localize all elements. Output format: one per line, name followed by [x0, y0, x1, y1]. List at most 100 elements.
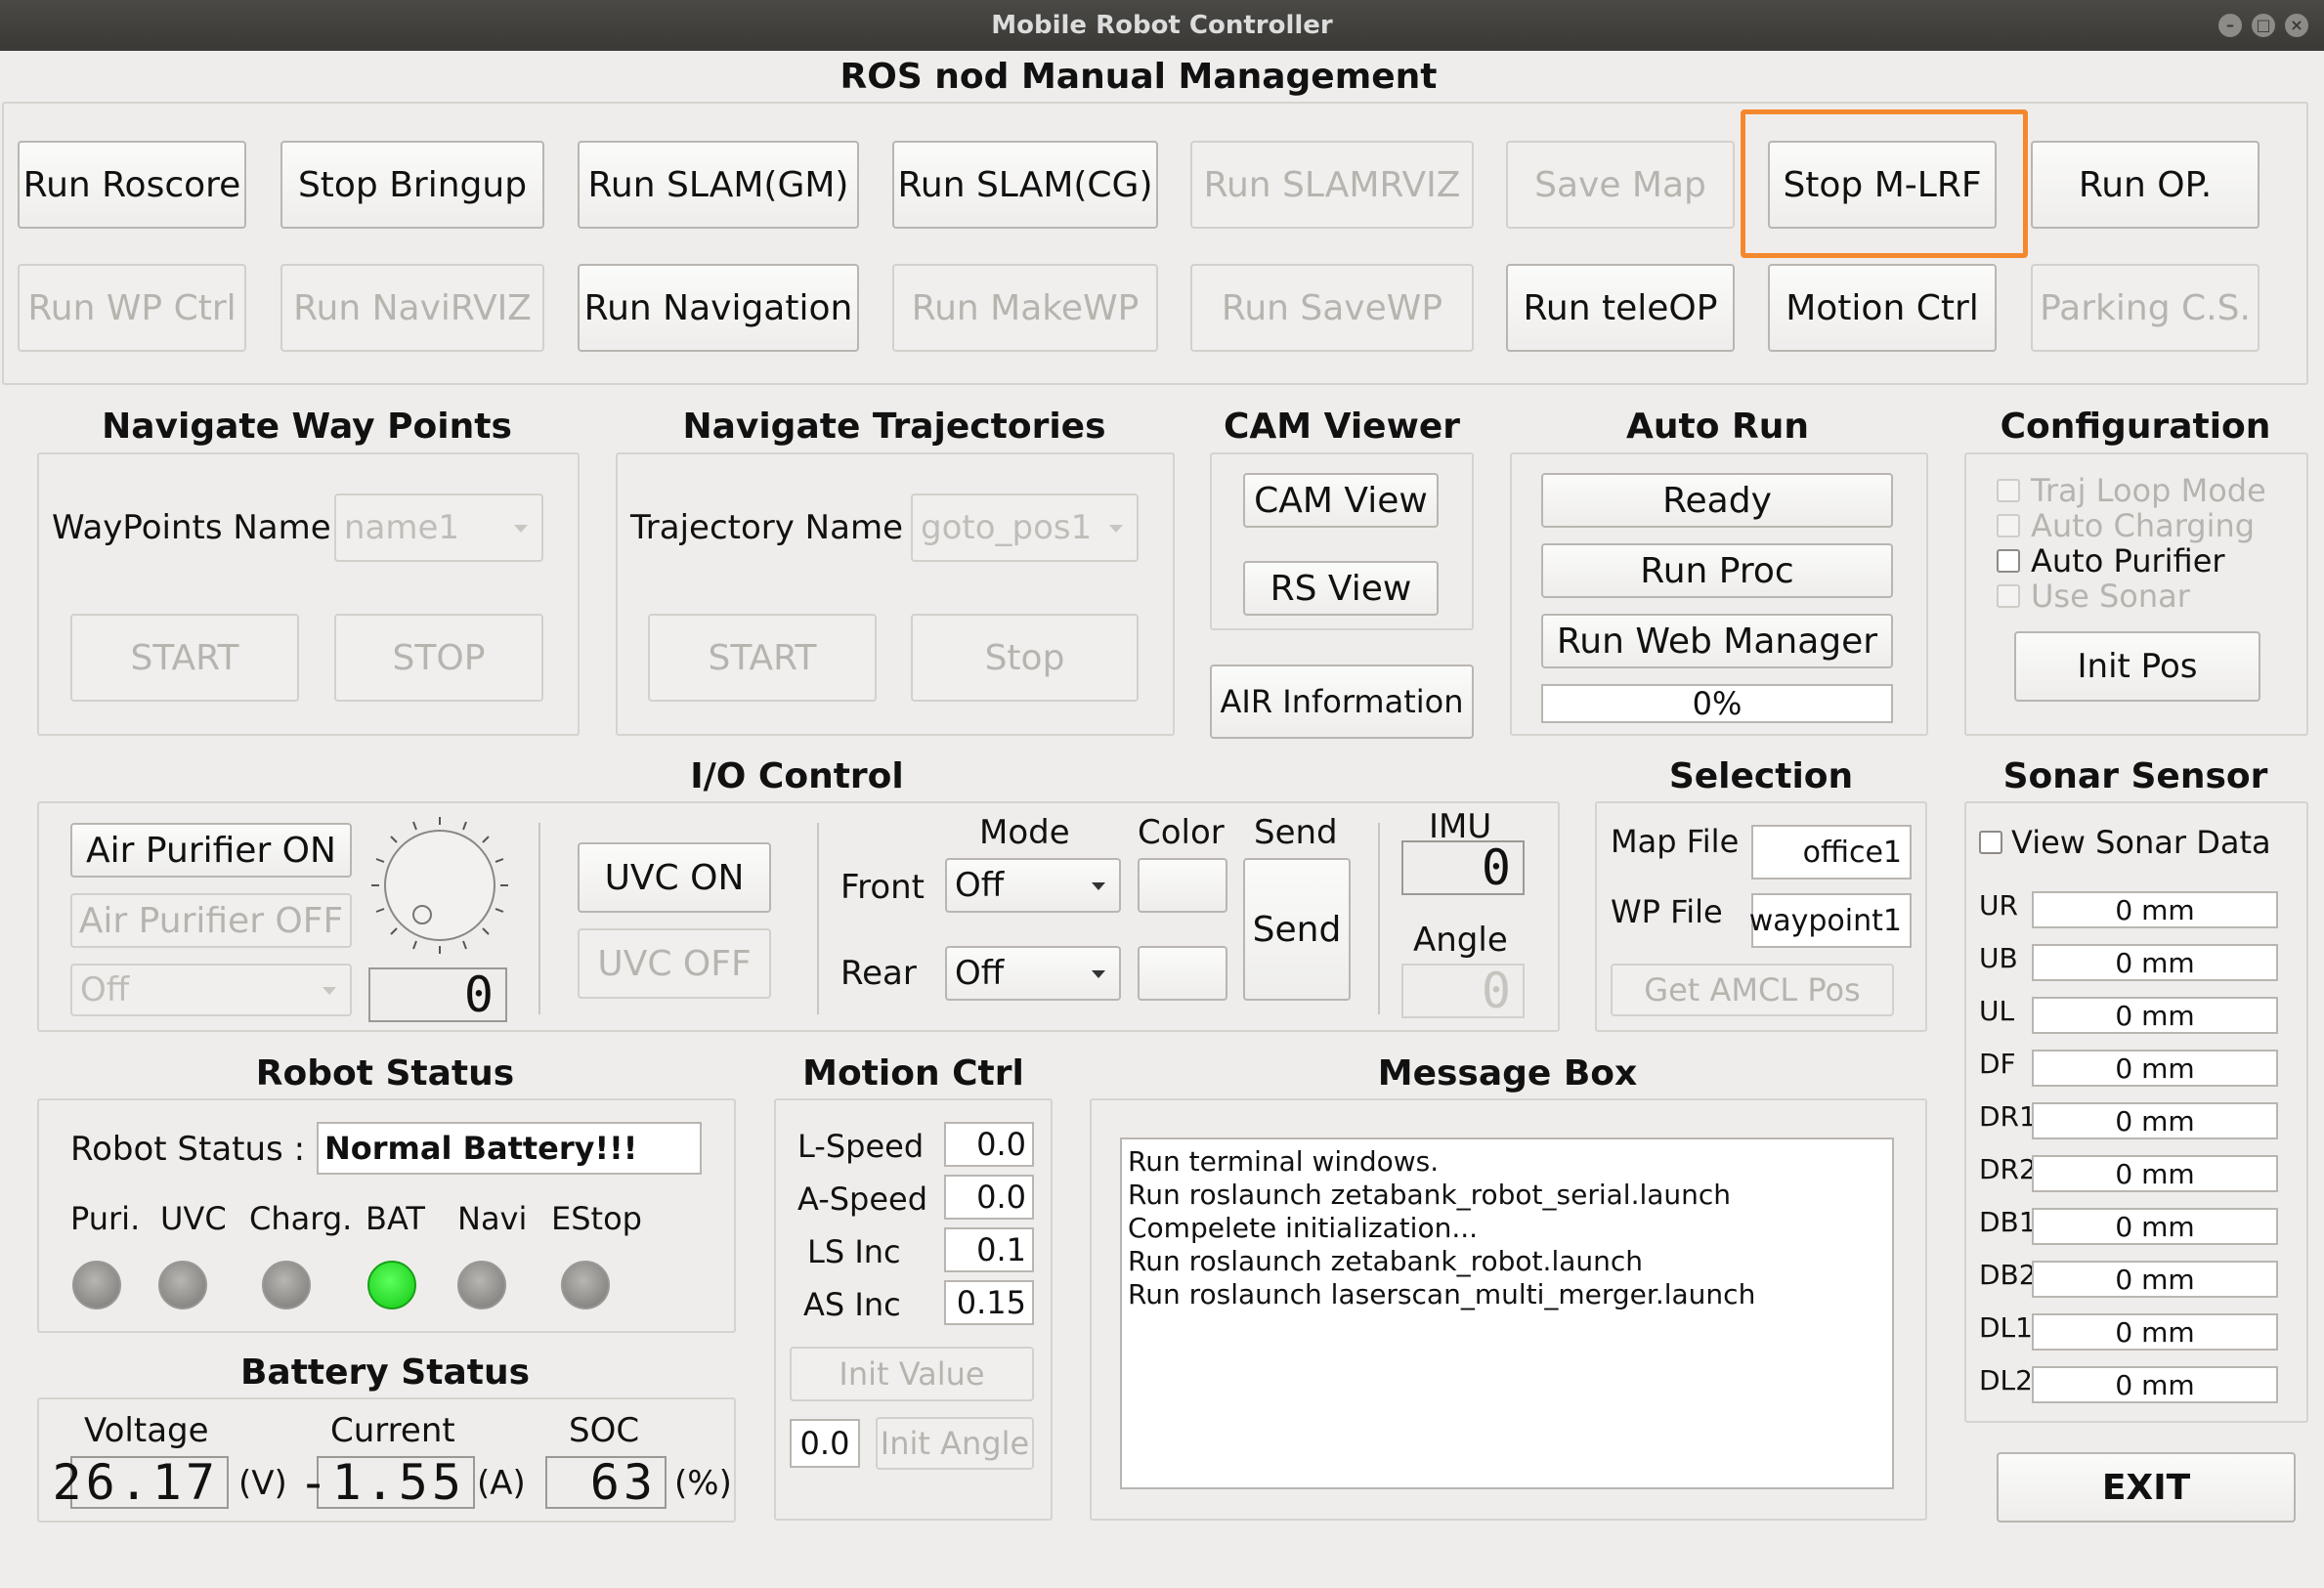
run-op-button[interactable]: Run OP. [2031, 141, 2259, 229]
selection-title: Selection [1668, 756, 1854, 796]
sonar-value-dl2: 0 mm [2032, 1366, 2278, 1403]
front-color-button[interactable] [1138, 858, 1227, 913]
uvc-off-button[interactable]: UVC OFF [578, 928, 771, 999]
cam-view-button[interactable]: CAM View [1243, 473, 1439, 528]
message-box-log[interactable]: Run terminal windows. Run roslaunch zetab… [1120, 1137, 1894, 1489]
message-lines: Run terminal windows. Run roslaunch zetab… [1128, 1145, 1886, 1311]
battery-status-title: Battery Status [239, 1352, 530, 1393]
get-amcl-pos-button[interactable]: Get AMCL Pos [1611, 964, 1894, 1016]
run-roscore-button[interactable]: Run Roscore [18, 141, 246, 229]
a-speed-field[interactable]: 0.0 [944, 1175, 1034, 1220]
save-map-button[interactable]: Save Map [1506, 141, 1735, 229]
trajectory-stop-button[interactable]: Stop [911, 614, 1139, 702]
traj-loop-mode-label: Traj Loop Mode [2031, 472, 2266, 509]
l-speed-field[interactable]: 0.0 [944, 1122, 1034, 1167]
ls-inc-field[interactable]: 0.1 [944, 1227, 1034, 1272]
waypoints-name-select[interactable]: name1 [334, 494, 543, 562]
ready-button[interactable]: Ready [1541, 473, 1893, 528]
sonar-value-ub: 0 mm [2032, 944, 2278, 981]
configuration-title: Configuration [2000, 407, 2271, 447]
robot-status-label: Robot Status : [70, 1130, 306, 1169]
minimize-icon[interactable]: – [2218, 14, 2242, 37]
io-control-title: I/O Control [690, 756, 904, 796]
auto-charging-checkbox[interactable] [1997, 514, 2020, 537]
init-angle-field[interactable]: 0.0 [790, 1419, 860, 1468]
run-makewp-button[interactable]: Run MakeWP [892, 264, 1158, 352]
run-navirviz-button[interactable]: Run NaviRVIZ [280, 264, 544, 352]
led-label-charg: Charg. [249, 1200, 353, 1237]
chevron-down-icon [1092, 882, 1105, 890]
air-information-button[interactable]: AIR Information [1210, 665, 1474, 739]
uvc-on-button[interactable]: UVC ON [578, 842, 771, 913]
stop-bringup-button[interactable]: Stop Bringup [280, 141, 544, 229]
air-purifier-off-button[interactable]: Air Purifier OFF [70, 893, 352, 948]
run-slamrviz-button[interactable]: Run SLAMRVIZ [1190, 141, 1474, 229]
sonar-sensor-title: Sonar Sensor [2002, 756, 2268, 796]
a-speed-label: A-Speed [797, 1180, 928, 1218]
rs-view-button[interactable]: RS View [1243, 561, 1439, 616]
stop-m-lrf-button[interactable]: Stop M-LRF [1768, 141, 1997, 229]
color-header: Color [1138, 813, 1225, 852]
sonar-label-db2: DB2 [1979, 1259, 2037, 1291]
window-title: Mobile Robot Controller [991, 11, 1333, 40]
send-button[interactable]: Send [1243, 858, 1351, 1001]
message-box-title: Message Box [1377, 1053, 1638, 1094]
sonar-value-ur: 0 mm [2032, 891, 2278, 928]
map-file-field[interactable]: office1 [1751, 825, 1912, 880]
view-sonar-data-checkbox[interactable] [1979, 831, 2002, 854]
chevron-down-icon [323, 987, 336, 995]
maximize-icon[interactable]: □ [2252, 14, 2275, 37]
run-slam-gm-button[interactable]: Run SLAM(GM) [578, 141, 859, 229]
as-inc-label: AS Inc [803, 1286, 901, 1323]
trajectory-start-button[interactable]: START [648, 614, 877, 702]
l-speed-label: L-Speed [797, 1128, 925, 1165]
led-label-bat: BAT [366, 1200, 425, 1237]
sonar-label-ur: UR [1979, 889, 2018, 922]
exit-button[interactable]: EXIT [1997, 1452, 2296, 1523]
wp-file-field[interactable]: waypoint1 [1749, 893, 1912, 948]
wp-file-label: WP File [1611, 893, 1723, 930]
angle-lcd: 0 [1401, 963, 1525, 1019]
chevron-down-icon [514, 525, 528, 533]
run-teleop-button[interactable]: Run teleOP [1506, 264, 1735, 352]
status-led-icon [72, 1261, 121, 1309]
front-mode-select[interactable]: Off [945, 858, 1121, 913]
sonar-value-db2: 0 mm [2032, 1261, 2278, 1298]
sonar-value-db1: 0 mm [2032, 1208, 2278, 1245]
as-inc-field[interactable]: 0.15 [944, 1280, 1034, 1325]
rear-label: Rear [840, 954, 917, 993]
cam-viewer-title: CAM Viewer [1223, 407, 1461, 447]
rear-mode-select[interactable]: Off [945, 946, 1121, 1001]
air-purifier-dial[interactable] [367, 813, 512, 958]
run-slam-cg-button[interactable]: Run SLAM(CG) [892, 141, 1158, 229]
init-angle-button[interactable]: Init Angle [876, 1417, 1034, 1470]
traj-loop-mode-checkbox[interactable] [1997, 479, 2020, 502]
rear-color-button[interactable] [1138, 946, 1227, 1001]
led-label-uvc: UVC [160, 1200, 227, 1237]
parking-cs-button[interactable]: Parking C.S. [2031, 264, 2259, 352]
sonar-label-db1: DB1 [1979, 1206, 2037, 1238]
air-purifier-mode-select[interactable]: Off [70, 964, 352, 1016]
auto-purifier-checkbox[interactable] [1997, 549, 2020, 573]
run-wp-ctrl-button[interactable]: Run WP Ctrl [18, 264, 246, 352]
run-proc-button[interactable]: Run Proc [1541, 543, 1893, 598]
init-value-button[interactable]: Init Value [790, 1347, 1034, 1401]
waypoints-start-button[interactable]: START [70, 614, 299, 702]
air-purifier-on-button[interactable]: Air Purifier ON [70, 823, 352, 878]
soc-unit: (%) [674, 1464, 732, 1503]
current-label: Current [330, 1411, 455, 1450]
message-line: Run roslaunch zetabank_robot_serial.laun… [1128, 1179, 1732, 1211]
waypoints-name-label: WayPoints Name : [52, 508, 353, 547]
init-pos-button[interactable]: Init Pos [2014, 631, 2260, 702]
sonar-label-ul: UL [1979, 995, 2015, 1027]
run-navigation-button[interactable]: Run Navigation [578, 264, 859, 352]
ros-section-title: ROS nod Manual Management [839, 57, 1438, 97]
motion-ctrl-button[interactable]: Motion Ctrl [1768, 264, 1997, 352]
close-icon[interactable]: × [2285, 14, 2308, 37]
mode-header: Mode [979, 813, 1070, 852]
run-savewp-button[interactable]: Run SaveWP [1190, 264, 1474, 352]
waypoints-stop-button[interactable]: STOP [334, 614, 543, 702]
use-sonar-checkbox[interactable] [1997, 584, 2020, 608]
run-web-manager-button[interactable]: Run Web Manager [1541, 614, 1893, 668]
trajectory-name-select[interactable]: goto_pos1 [911, 494, 1139, 562]
